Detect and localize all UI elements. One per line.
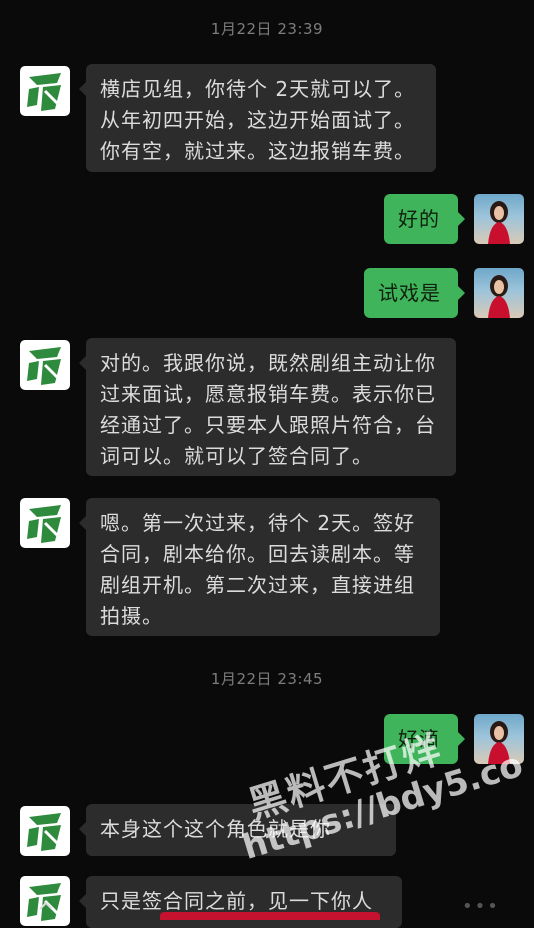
message-bubble[interactable]: 对的。我跟你说，既然剧组主动让你过来面试，愿意报销车费。表示你已经通过了。只要本… — [79, 338, 456, 476]
message-bubble[interactable]: 本身这个这个角色就是你 — [79, 804, 396, 856]
message-bubble[interactable]: 只是签合同之前，见一下你人 — [79, 876, 402, 928]
chevron-up-icon[interactable] — [37, 897, 55, 915]
contact-avatar-icon[interactable] — [20, 806, 70, 856]
contact-avatar-icon[interactable] — [20, 498, 70, 548]
contact-avatar-icon[interactable] — [20, 66, 70, 116]
bottom-red-strip — [160, 912, 380, 920]
self-avatar-icon[interactable] — [474, 268, 524, 318]
timestamp: 1月22日 23:45 — [210, 670, 324, 688]
timestamp: 1月22日 23:39 — [210, 20, 324, 38]
message-bubble[interactable]: 横店见组，你待个 2天就可以了。从年初四开始，这边开始面试了。你有空，就过来。这… — [79, 64, 436, 172]
message-bubble[interactable]: 嗯。第一次过来，待个 2天。签好合同，剧本给你。回去读剧本。等剧组开机。第二次过… — [79, 498, 440, 636]
message-bubble[interactable]: 试戏是 — [364, 268, 465, 318]
self-avatar-icon[interactable] — [474, 714, 524, 764]
self-avatar-icon[interactable] — [474, 194, 524, 244]
message-bubble[interactable]: 好滴 — [384, 714, 465, 764]
more-dots-icon[interactable]: ••• — [462, 896, 500, 917]
contact-avatar-icon[interactable] — [20, 340, 70, 390]
message-bubble[interactable]: 好的 — [384, 194, 465, 244]
